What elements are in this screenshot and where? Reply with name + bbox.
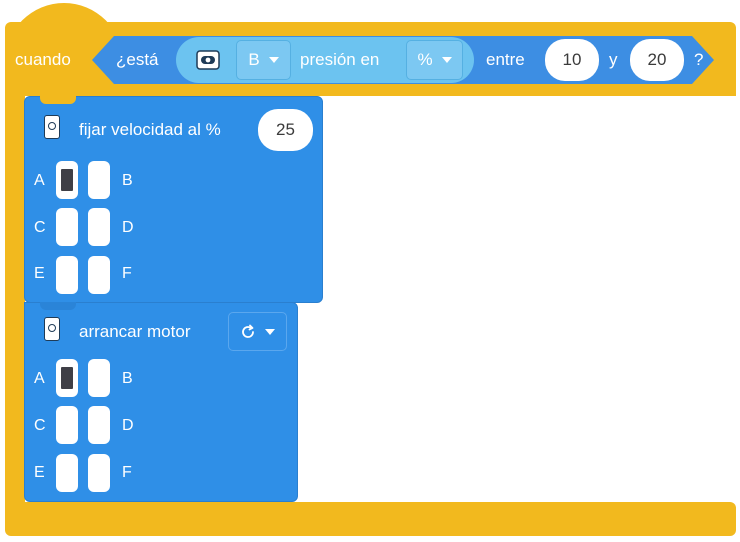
port-e-selector[interactable] bbox=[56, 256, 78, 294]
event-block-bottom[interactable] bbox=[5, 502, 736, 536]
event-block-side bbox=[5, 90, 25, 510]
port-label-d: D bbox=[122, 417, 134, 434]
question-mark: ? bbox=[694, 50, 704, 69]
set-speed-label: fijar velocidad al % bbox=[79, 120, 221, 139]
low-value-input[interactable]: 10 bbox=[545, 39, 599, 81]
block-notch bbox=[40, 302, 76, 310]
port-label-a: A bbox=[34, 172, 45, 189]
port-c-selector[interactable] bbox=[56, 406, 78, 444]
sensor-port-dropdown[interactable]: B bbox=[236, 40, 291, 80]
port-e-selector[interactable] bbox=[56, 454, 78, 492]
port-label-e: E bbox=[34, 265, 45, 282]
force-sensor-icon bbox=[196, 50, 220, 70]
port-label-d: D bbox=[122, 219, 134, 236]
clockwise-arrow-icon bbox=[242, 324, 254, 338]
port-label-f: F bbox=[122, 464, 132, 481]
port-label-b: B bbox=[122, 370, 133, 387]
port-f-selector[interactable] bbox=[88, 454, 110, 492]
chevron-down-icon bbox=[265, 328, 275, 335]
port-b-selector[interactable] bbox=[88, 161, 110, 199]
sensor-port-value: B bbox=[248, 50, 260, 69]
port-a-selector[interactable] bbox=[56, 161, 78, 199]
port-label-e: E bbox=[34, 464, 45, 481]
start-motor-label: arrancar motor bbox=[79, 322, 191, 341]
unit-value: % bbox=[417, 50, 433, 69]
measure-label: presión en bbox=[300, 50, 380, 69]
chevron-down-icon bbox=[268, 57, 279, 63]
event-label: cuando bbox=[15, 50, 71, 69]
direction-dropdown[interactable] bbox=[228, 312, 287, 351]
port-label-a: A bbox=[34, 370, 45, 387]
block-notch bbox=[40, 96, 76, 104]
port-label-b: B bbox=[122, 172, 133, 189]
port-d-selector[interactable] bbox=[88, 208, 110, 246]
port-c-selector[interactable] bbox=[56, 208, 78, 246]
motor-icon bbox=[44, 317, 60, 341]
port-d-selector[interactable] bbox=[88, 406, 110, 444]
unit-dropdown[interactable]: % bbox=[406, 40, 463, 80]
port-label-c: C bbox=[34, 417, 46, 434]
chevron-down-icon bbox=[441, 57, 452, 63]
high-value-input[interactable]: 20 bbox=[630, 39, 684, 81]
port-label-c: C bbox=[34, 219, 46, 236]
port-label-f: F bbox=[122, 265, 132, 282]
speed-value-input[interactable]: 25 bbox=[258, 109, 313, 151]
motor-icon bbox=[44, 115, 60, 139]
and-label: y bbox=[609, 50, 618, 69]
port-f-selector[interactable] bbox=[88, 256, 110, 294]
port-a-selector[interactable] bbox=[56, 359, 78, 397]
port-b-selector[interactable] bbox=[88, 359, 110, 397]
between-label: entre bbox=[486, 50, 525, 69]
condition-prefix: ¿está bbox=[116, 50, 159, 69]
